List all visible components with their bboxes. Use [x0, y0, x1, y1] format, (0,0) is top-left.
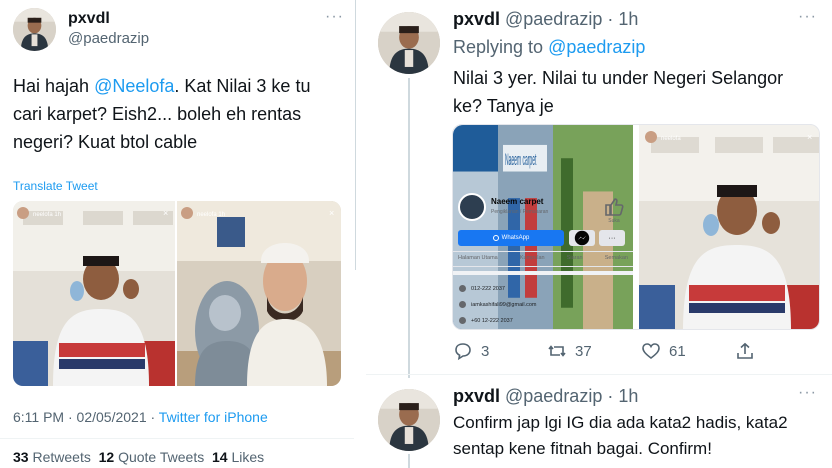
tweet-stats: 33 Retweets 12 Quote Tweets 14 Likes: [13, 449, 264, 465]
divider: [366, 374, 832, 375]
retweet-icon: [548, 345, 566, 357]
svg-text:×: ×: [329, 208, 334, 218]
shop-sign: Naeem carpet: [505, 150, 537, 169]
thread-connector-line: [408, 78, 410, 378]
reply-text: Nilai 3 yer. Nilai tu under Negeri Selan…: [453, 68, 784, 116]
fb-page-avatar: [458, 193, 486, 221]
retweet-count: 37: [575, 342, 592, 360]
fb-cover-photo: Naeem carpet: [453, 125, 633, 329]
screenshot-divider: [355, 0, 356, 270]
more-options-icon[interactable]: ···: [798, 384, 817, 402]
reply-author-handle[interactable]: @paedrazip · 1h: [505, 9, 638, 30]
messenger-icon: [569, 230, 595, 246]
phone-icon: [459, 285, 466, 292]
tweet-source-link[interactable]: Twitter for iPhone: [159, 409, 268, 425]
retweet-action[interactable]: 37: [547, 341, 592, 361]
story-photo-man: neelofa 1h ×: [13, 201, 175, 386]
divider: [0, 438, 354, 439]
fb-tab: Siaran: [566, 255, 583, 261]
mention-link[interactable]: @Neelofa: [94, 76, 174, 96]
replying-to-prefix: Replying to: [453, 37, 549, 57]
avatar-photo: [13, 8, 56, 51]
reply-author-handle[interactable]: @paedrazip · 1h: [505, 386, 638, 407]
fb-tabs: Halaman Utama Kumpulan Siaran Semakan: [458, 255, 628, 261]
reply-author-name[interactable]: pxvdl: [453, 386, 500, 407]
fb-email-row: iamkashifali99@gmail.com: [459, 301, 537, 308]
main-tweet-panel: pxvdl @paedrazip ··· Hai hajah @Neelofa.…: [0, 0, 354, 468]
whatsapp-icon: [459, 317, 466, 324]
fb-like-label: Suka: [608, 218, 620, 224]
fb-more-button: ···: [599, 230, 625, 246]
fb-divider: [453, 271, 633, 275]
reply-icon: [455, 343, 471, 361]
like-count: 61: [669, 342, 686, 360]
reply-author-avatar[interactable]: [378, 12, 440, 74]
like-action[interactable]: 61: [641, 341, 686, 361]
media-image-2[interactable]: neelofa 1h ×: [177, 201, 341, 386]
share-icon: [737, 342, 753, 359]
reply-action[interactable]: 3: [453, 341, 489, 361]
tweet-text-prefix: Hai hajah: [13, 76, 95, 96]
retweets-count[interactable]: 33: [13, 449, 29, 465]
avatar-photo: [378, 389, 440, 451]
fb-whatsapp-number: +60 12-222 2037: [471, 317, 513, 324]
fb-phone: 012-222 2037: [471, 285, 505, 292]
quote-tweets-count[interactable]: 12: [99, 449, 115, 465]
author-handle[interactable]: @paedrazip: [68, 30, 149, 47]
retweets-label[interactable]: Retweets: [32, 449, 90, 465]
fb-like-button: Suka: [604, 197, 624, 224]
more-options-icon[interactable]: ···: [798, 8, 817, 26]
share-action[interactable]: [735, 341, 755, 361]
messenger-glyph: [574, 230, 590, 246]
thumbs-up-icon: [605, 198, 624, 216]
media-image-1[interactable]: neelofa 1h ×: [13, 201, 175, 386]
facebook-page-screenshot: Naeem carpet Naeem carpet Pengiklanan / …: [453, 125, 633, 329]
likes-label[interactable]: Likes: [231, 449, 264, 465]
fb-tab: Halaman Utama: [458, 255, 498, 261]
author-name[interactable]: pxvdl: [68, 10, 110, 28]
fb-email: iamkashifali99@gmail.com: [471, 301, 537, 308]
fb-whatsapp-button: WhatsApp: [458, 230, 564, 246]
story-user-label: neelofa 1h: [33, 212, 61, 218]
fb-tab: Kumpulan: [519, 255, 545, 261]
fb-phone-row: 012-222 2037: [459, 285, 505, 292]
timestamp-text[interactable]: 6:11 PM · 02/05/2021 ·: [13, 409, 159, 425]
more-options-icon[interactable]: ···: [325, 8, 344, 26]
fb-page-name: Naeem carpet: [491, 197, 544, 206]
heart-icon: [642, 343, 660, 360]
tweet-text: Hai hajah @Neelofa. Kat Nilai 3 ke tu ca…: [13, 72, 343, 156]
story-photo-man: neelofa ×: [639, 125, 819, 329]
fb-tab: Semakan: [604, 255, 628, 261]
reply-thread-panel: pxvdl @paedrazip · 1h ··· Replying to @p…: [366, 0, 832, 468]
translate-tweet-link[interactable]: Translate Tweet: [13, 179, 98, 193]
svg-text:×: ×: [163, 208, 168, 218]
replying-to-line: Replying to @paedrazip: [453, 37, 645, 58]
reply-author-name[interactable]: pxvdl: [453, 9, 500, 30]
tweet-timestamp: 6:11 PM · 02/05/2021 · Twitter for iPhon…: [13, 409, 268, 425]
story-photo-couple: neelofa 1h ×: [177, 201, 341, 386]
reply-media[interactable]: Naeem carpet Naeem carpet Pengiklanan / …: [452, 124, 820, 330]
story-photo: neelofa ×: [639, 125, 819, 329]
svg-text:neelofa 1h: neelofa 1h: [197, 212, 225, 218]
quote-tweets-label[interactable]: Quote Tweets: [118, 449, 204, 465]
author-avatar[interactable]: [13, 8, 56, 51]
story-user-label: neelofa: [661, 136, 681, 142]
mail-icon: [459, 301, 466, 308]
avatar-photo: [378, 12, 440, 74]
fb-whatsapp-label: WhatsApp: [501, 235, 530, 241]
svg-text:×: ×: [807, 132, 812, 142]
reply-author-avatar[interactable]: [378, 389, 440, 451]
fb-page-category: Pengiklanan / Pemasaran: [491, 209, 549, 215]
fb-whatsapp-row: +60 12-222 2037: [459, 317, 513, 324]
whatsapp-icon: [492, 235, 499, 241]
fb-divider: [453, 251, 633, 252]
thread-connector-line: [408, 454, 410, 468]
replying-to-link[interactable]: @paedrazip: [548, 37, 645, 57]
fb-divider: [453, 266, 633, 267]
reply-text: Confirm jap lgi IG dia ada kata2 hadis, …: [453, 413, 788, 458]
reply-count: 3: [481, 342, 490, 360]
likes-count[interactable]: 14: [212, 449, 228, 465]
